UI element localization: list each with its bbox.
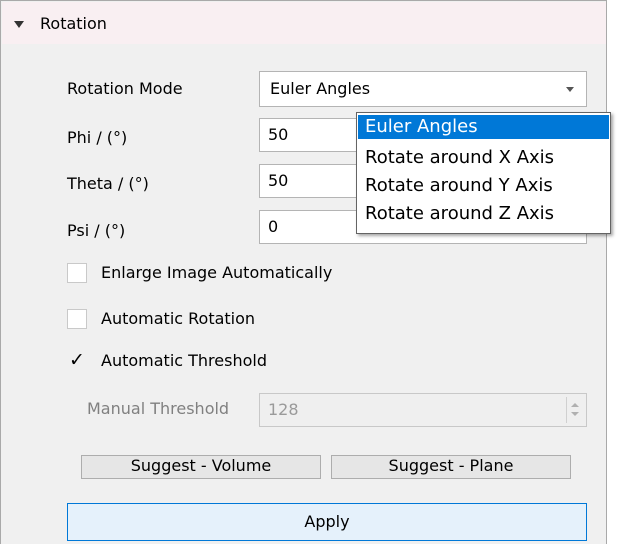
dropdown-option-y-axis[interactable]: Rotate around Y Axis [358, 174, 609, 198]
manual-threshold-spinbox: 128 [259, 393, 587, 427]
enlarge-image-checkbox[interactable] [67, 263, 87, 283]
collapse-arrow-icon[interactable] [14, 21, 24, 28]
rotation-mode-dropdown[interactable]: Euler Angles Rotate around X Axis Rotate… [356, 112, 611, 234]
rotation-mode-label: Rotation Mode [67, 79, 183, 98]
enlarge-image-label[interactable]: Enlarge Image Automatically [101, 263, 332, 283]
apply-button[interactable]: Apply [67, 503, 587, 541]
dropdown-option-z-axis[interactable]: Rotate around Z Axis [358, 202, 609, 226]
rotation-panel: Rotation Rotation Mode Euler Angles Phi … [0, 0, 607, 544]
manual-threshold-label: Manual Threshold [87, 399, 230, 418]
dropdown-option-euler-angles[interactable]: Euler Angles [358, 115, 609, 139]
suggest-plane-button[interactable]: Suggest - Plane [331, 455, 571, 479]
automatic-threshold-checkbox[interactable]: ✓ [67, 351, 87, 371]
automatic-rotation-checkbox[interactable] [67, 309, 87, 329]
spin-down-icon [571, 412, 579, 416]
phi-label: Phi / (°) [67, 128, 128, 147]
dropdown-option-x-axis[interactable]: Rotate around X Axis [358, 146, 609, 170]
manual-threshold-value: 128 [268, 400, 299, 419]
automatic-threshold-label[interactable]: Automatic Threshold [101, 351, 267, 371]
automatic-rotation-label[interactable]: Automatic Rotation [101, 309, 255, 329]
checkmark-icon: ✓ [69, 349, 85, 371]
phi-value: 50 [268, 125, 289, 144]
theta-value: 50 [268, 171, 289, 190]
theta-label: Theta / (°) [67, 174, 149, 193]
psi-label: Psi / (°) [67, 221, 126, 240]
psi-value: 0 [268, 217, 279, 236]
rotation-mode-combo[interactable]: Euler Angles [259, 71, 587, 107]
spin-up-icon [571, 403, 579, 407]
section-header[interactable]: Rotation [2, 2, 606, 44]
chevron-down-icon[interactable] [566, 87, 574, 92]
rotation-mode-value: Euler Angles [270, 79, 371, 98]
spin-buttons [566, 397, 583, 423]
section-title: Rotation [40, 14, 107, 33]
suggest-volume-button[interactable]: Suggest - Volume [81, 455, 321, 479]
